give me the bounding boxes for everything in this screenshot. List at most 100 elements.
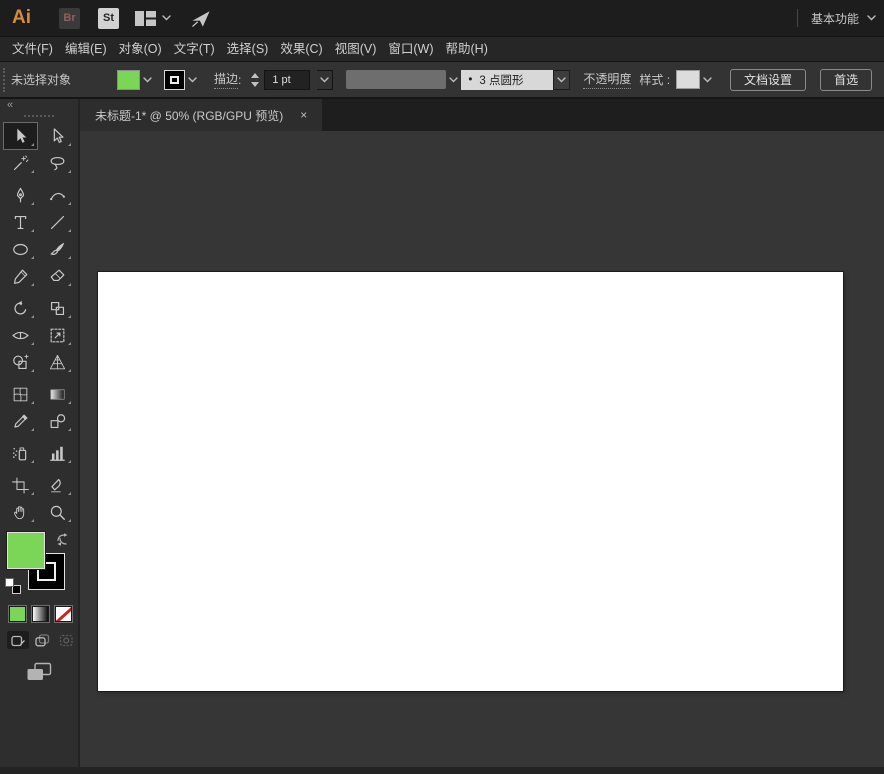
document-setup-button[interactable]: 文档设置 [730, 68, 807, 91]
share-rocket-button[interactable] [190, 9, 212, 28]
symbol-sprayer-tool[interactable] [4, 440, 37, 466]
stroke-weight-input[interactable]: 1 pt [264, 69, 311, 90]
stroke-weight-dropdown[interactable] [317, 69, 334, 90]
arrange-documents-button[interactable] [135, 10, 156, 26]
rotate-tool[interactable] [4, 295, 37, 321]
gradient-tool-icon [48, 385, 67, 404]
stepper-down-icon[interactable] [250, 81, 259, 87]
magic-wand-tool[interactable] [4, 150, 37, 176]
tools-panel-grip[interactable] [24, 115, 54, 117]
variable-width-profile-preview[interactable] [346, 70, 447, 89]
chevron-down-icon [557, 77, 566, 83]
fill-proxy-swatch[interactable] [7, 532, 45, 569]
fill-color-dropdown[interactable] [140, 70, 155, 90]
menu-file[interactable]: 文件(F) [6, 37, 59, 61]
perspective-grid-tool[interactable] [41, 349, 74, 375]
selection-status: 未选择对象 [11, 73, 72, 87]
stroke-weight-stepper[interactable] [248, 70, 261, 90]
ellipse-tool[interactable] [4, 236, 37, 262]
selection-tool[interactable] [3, 122, 38, 150]
gradient-mode-button[interactable] [32, 606, 49, 622]
shape-builder-tool-icon [11, 353, 30, 372]
graphic-style-swatch[interactable] [676, 70, 701, 89]
rocket-icon [192, 10, 210, 27]
menu-window[interactable]: 窗口(W) [382, 37, 439, 61]
tools-panel-collapse-button[interactable]: « [0, 99, 78, 112]
paintbrush-tool[interactable] [41, 236, 74, 262]
arrange-documents-chevron[interactable] [162, 15, 171, 21]
stock-button[interactable]: St [98, 7, 119, 29]
curvature-tool-icon [48, 186, 67, 205]
screen-mode-button[interactable] [0, 662, 78, 682]
menu-effect[interactable]: 效果(C) [274, 37, 328, 61]
pen-tool[interactable] [4, 182, 37, 208]
column-graph-tool[interactable] [41, 440, 74, 466]
document-tab-title: 未标题-1* @ 50% (RGB/GPU 预览) [95, 108, 284, 123]
shape-builder-tool[interactable] [4, 349, 37, 375]
menu-view[interactable]: 视图(V) [329, 37, 383, 61]
hand-tool[interactable] [4, 499, 37, 525]
gradient-tool[interactable] [41, 381, 74, 407]
tab-close-icon[interactable]: × [300, 109, 307, 121]
pasteboard[interactable] [80, 131, 884, 767]
draw-behind-icon [34, 633, 49, 646]
width-tool[interactable] [4, 322, 37, 348]
artboard-canvas[interactable] [98, 272, 843, 691]
bridge-button[interactable]: Br [59, 7, 80, 29]
tools-panel: « [0, 99, 80, 767]
eyedropper-tool-icon [11, 412, 30, 431]
graphic-style-dropdown[interactable] [700, 70, 715, 90]
brush-definition-dropdown[interactable] [553, 69, 571, 90]
stepper-up-icon[interactable] [250, 72, 259, 78]
slice-tool[interactable] [41, 472, 74, 498]
mesh-tool[interactable] [4, 381, 37, 407]
shaper-tool[interactable] [4, 263, 37, 289]
stroke-panel-link[interactable]: 描边 [214, 70, 239, 89]
draw-inside-button [55, 631, 77, 649]
default-fill-stroke-button[interactable] [5, 578, 21, 594]
eyedropper-tool[interactable] [4, 408, 37, 434]
scale-tool[interactable] [41, 295, 74, 321]
color-mode-button[interactable] [9, 606, 26, 622]
control-bar-grip[interactable] [3, 67, 7, 92]
free-transform-tool[interactable] [41, 322, 74, 348]
swap-fill-stroke-icon[interactable] [56, 533, 69, 546]
stroke-color-dropdown[interactable] [185, 70, 200, 90]
eraser-tool[interactable] [41, 263, 74, 289]
column-graph-tool-icon [48, 444, 67, 463]
none-mode-button[interactable] [55, 606, 72, 622]
menu-object[interactable]: 对象(O) [113, 37, 168, 61]
draw-normal-button[interactable] [7, 631, 29, 649]
brush-definition-field[interactable]: • 3 点圆形 [461, 69, 554, 90]
stroke-color-swatch[interactable] [164, 69, 185, 90]
line-segment-tool-icon [48, 213, 67, 232]
brush-preview-dot: • [468, 73, 473, 86]
illustrator-logo-icon: Ai [12, 7, 31, 28]
direct-selection-tool[interactable] [41, 123, 74, 149]
width-tool-icon [11, 326, 30, 345]
preferences-button[interactable]: 首选 [820, 68, 873, 91]
artboard-tool[interactable] [4, 472, 37, 498]
fill-color-swatch[interactable] [117, 69, 140, 90]
blend-tool[interactable] [41, 408, 74, 434]
paintbrush-tool-icon [48, 240, 67, 259]
titlebar-divider [796, 9, 798, 27]
workspace-switcher[interactable]: 基本功能 [796, 9, 884, 27]
document-tab[interactable]: 未标题-1* @ 50% (RGB/GPU 预览) × [80, 99, 323, 131]
variable-width-profile-dropdown[interactable] [446, 70, 461, 90]
curvature-tool[interactable] [41, 182, 74, 208]
menu-help[interactable]: 帮助(H) [440, 37, 494, 61]
menu-type[interactable]: 文字(T) [168, 37, 221, 61]
pen-tool-icon [11, 186, 30, 205]
document-area: 未标题-1* @ 50% (RGB/GPU 预览) × [80, 99, 884, 767]
line-segment-tool[interactable] [41, 209, 74, 235]
menu-select[interactable]: 选择(S) [221, 37, 275, 61]
menu-edit[interactable]: 编辑(E) [59, 37, 113, 61]
arrange-documents-icon [135, 10, 156, 26]
draw-behind-button[interactable] [31, 631, 53, 649]
opacity-panel-link[interactable]: 不透明度 [583, 70, 632, 89]
type-tool[interactable] [4, 209, 37, 235]
style-label: 样式 : [639, 73, 671, 87]
zoom-tool[interactable] [41, 499, 74, 525]
lasso-tool[interactable] [41, 150, 74, 176]
